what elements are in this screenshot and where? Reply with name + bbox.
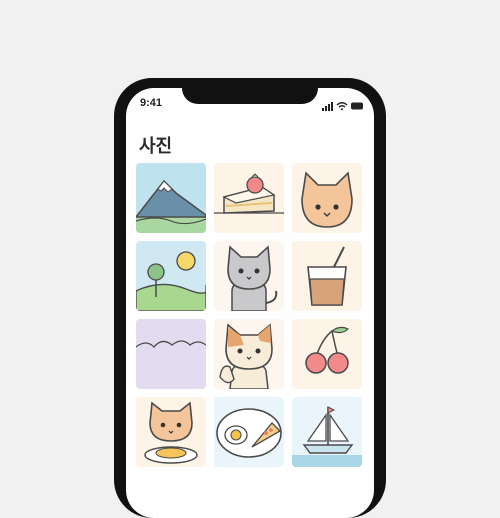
hills-photo[interactable] <box>136 241 206 311</box>
purple-hills-photo[interactable] <box>136 319 206 389</box>
phone-screen: 9:41 사진 <box>126 88 374 518</box>
signal-icon <box>322 102 333 111</box>
wifi-icon <box>336 102 348 111</box>
cherries-photo[interactable] <box>292 319 362 389</box>
plate-photo[interactable] <box>214 397 284 467</box>
grey-cat-photo[interactable] <box>214 241 284 311</box>
iced-drink-photo[interactable] <box>292 241 362 311</box>
cake-photo[interactable] <box>214 163 284 233</box>
notch <box>182 88 318 104</box>
page-title: 사진 <box>139 136 173 156</box>
cat-with-food-photo[interactable] <box>136 397 206 467</box>
cat-face-photo[interactable] <box>292 163 362 233</box>
calico-cat-photo[interactable] <box>214 319 284 389</box>
sailboat-photo[interactable] <box>292 397 362 467</box>
battery-icon <box>351 102 363 110</box>
status-time: 9:41 <box>140 97 163 109</box>
mountain-photo[interactable] <box>136 163 206 233</box>
status-icons <box>322 98 364 111</box>
